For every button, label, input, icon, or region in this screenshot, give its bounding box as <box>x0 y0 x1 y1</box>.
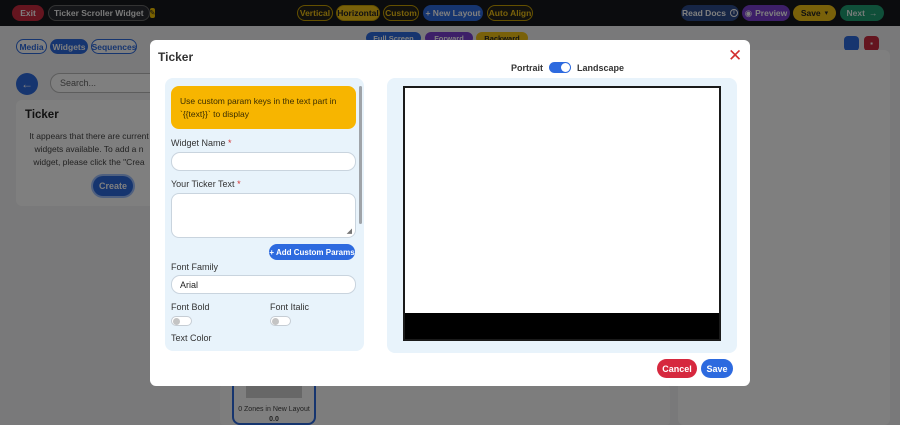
resize-handle-icon[interactable]: ◢ <box>347 227 352 235</box>
font-italic-toggle[interactable] <box>270 316 291 326</box>
ticker-text-textarea[interactable]: ◢ <box>171 193 356 238</box>
font-bold-label: Font Bold <box>171 302 210 312</box>
widget-name-input[interactable] <box>171 152 356 171</box>
landscape-label: Landscape <box>577 62 625 73</box>
text-color-label: Text Color <box>171 333 212 343</box>
save-button[interactable]: Save <box>701 359 733 378</box>
info-banner: Use custom param keys in the text part i… <box>171 86 356 129</box>
font-italic-label: Font Italic <box>270 302 310 312</box>
cancel-button[interactable]: Cancel <box>657 359 697 378</box>
font-bold-toggle[interactable] <box>171 316 192 326</box>
info-line: Use custom param keys in the text part i… <box>180 96 337 106</box>
font-family-label: Font Family <box>171 262 219 272</box>
widget-name-label: Widget Name * <box>171 138 232 148</box>
modal-title: Ticker <box>158 50 194 64</box>
close-icon[interactable]: ✕ <box>728 47 742 64</box>
orientation-switch: Portrait Landscape <box>511 62 624 73</box>
font-family-input[interactable]: Arial <box>171 275 356 294</box>
ticker-preview-screen <box>403 86 721 341</box>
ticker-form: Use custom param keys in the text part i… <box>165 78 364 351</box>
ticker-text-label: Your Ticker Text * <box>171 179 241 189</box>
orientation-toggle[interactable] <box>549 62 572 73</box>
ticker-modal: Ticker ✕ Portrait Landscape Use custom p… <box>150 40 750 386</box>
ticker-bar <box>405 313 719 339</box>
portrait-label: Portrait <box>511 62 544 73</box>
add-custom-params-button[interactable]: + Add Custom Params <box>269 244 355 260</box>
form-scrollbar[interactable] <box>359 86 362 224</box>
info-line: `{{text}}` to display <box>180 109 249 119</box>
